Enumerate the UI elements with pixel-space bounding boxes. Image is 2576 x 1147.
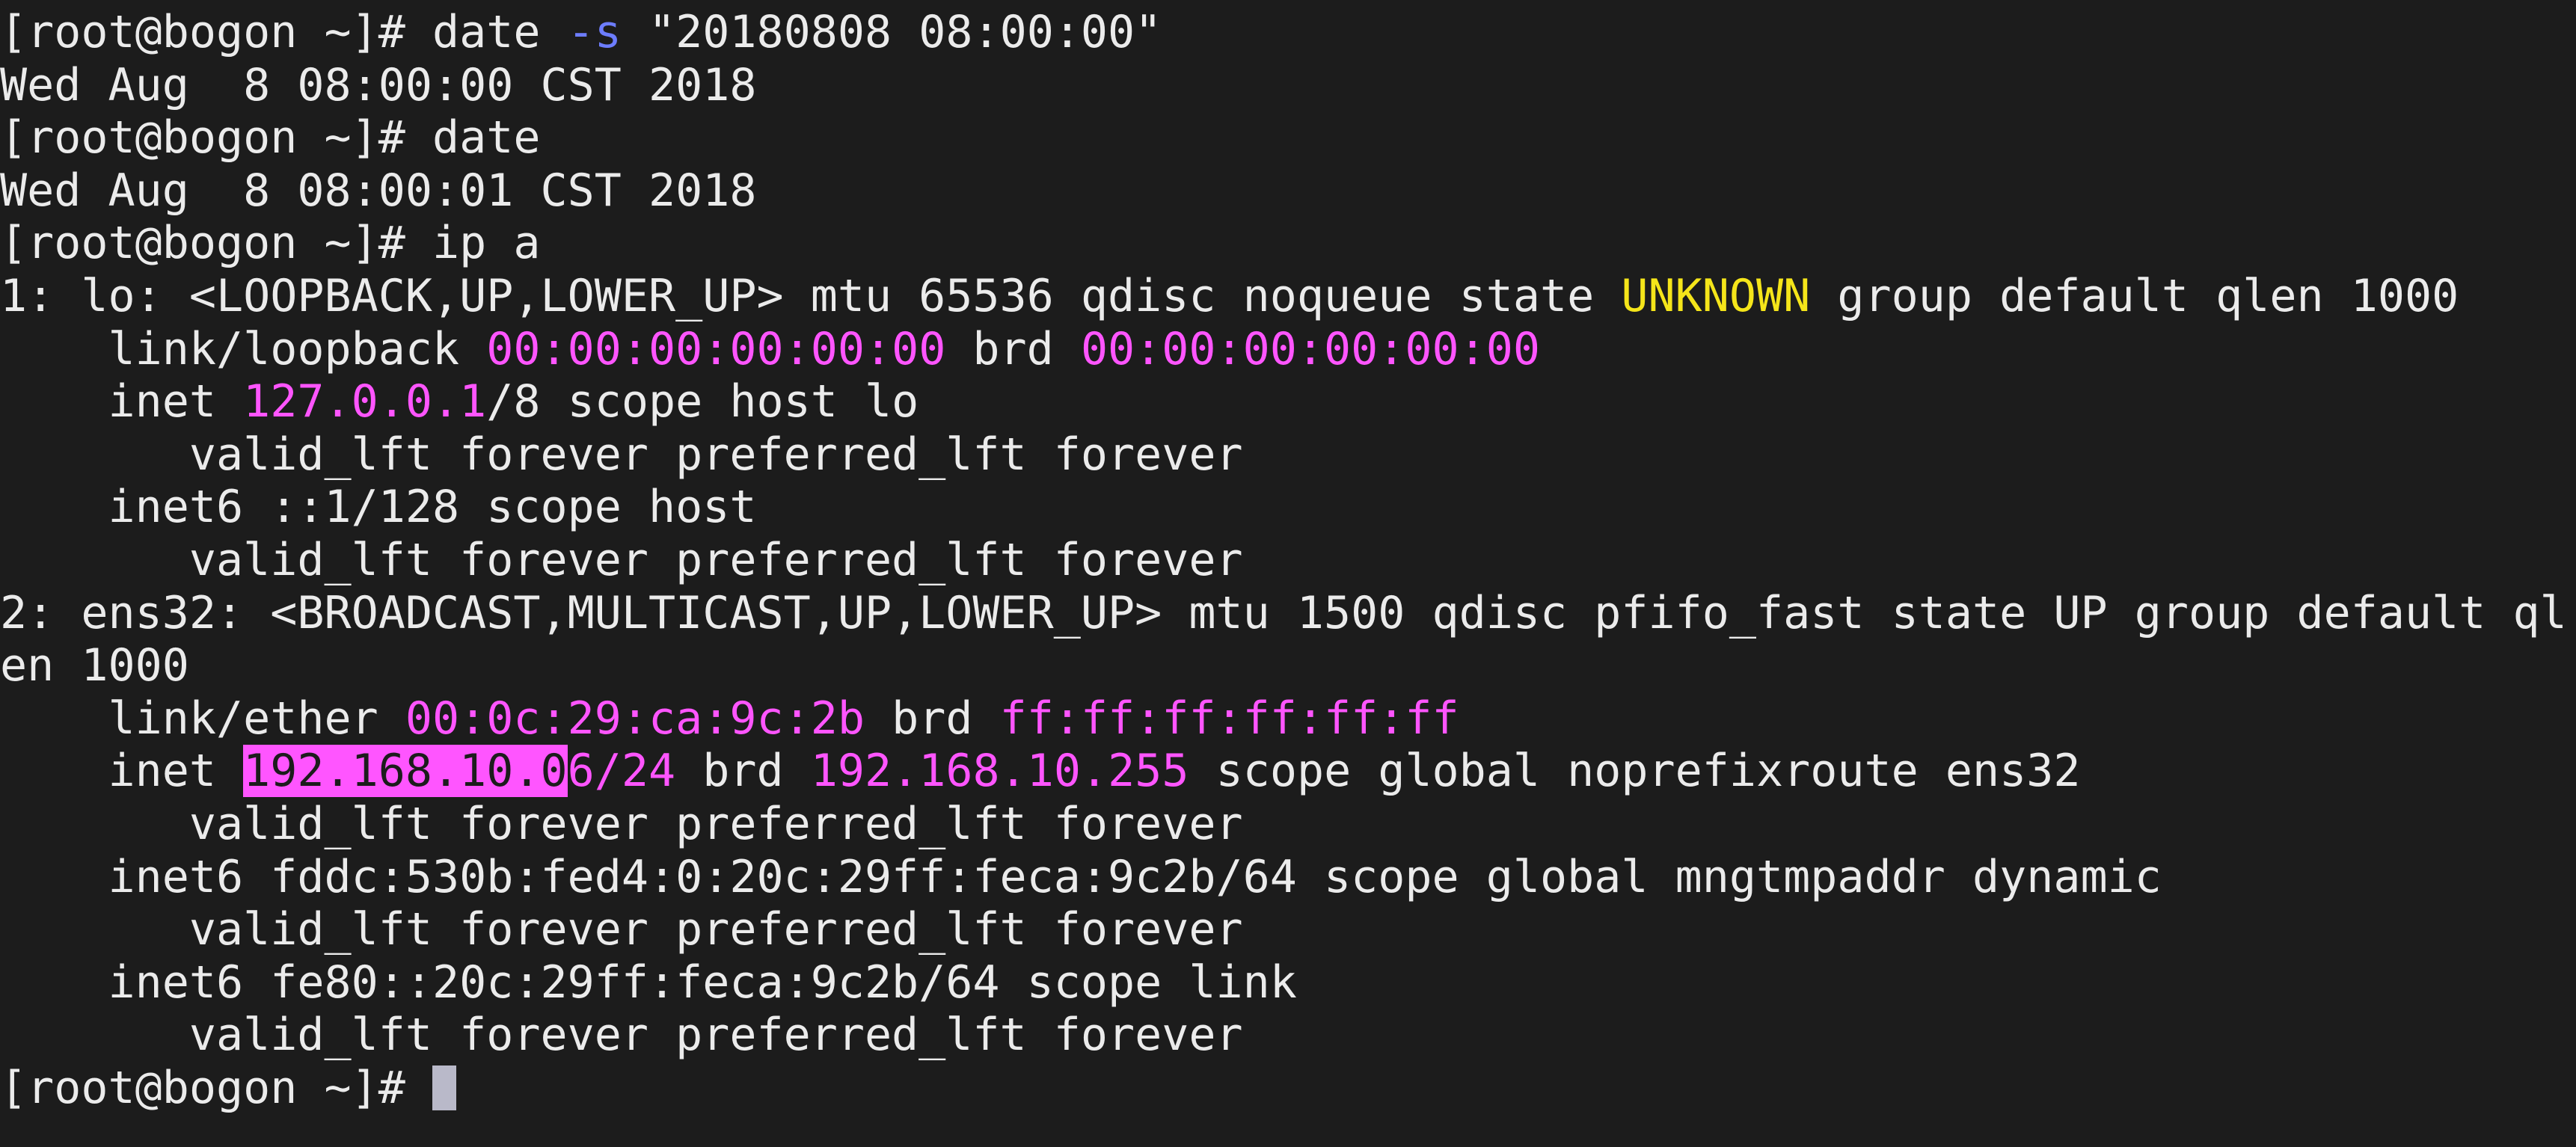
terminal-text: inet	[0, 375, 244, 428]
terminal-text: [root@bogon ~]#	[0, 1061, 432, 1114]
terminal-text: -s	[567, 6, 622, 58]
terminal-line: valid_lft forever preferred_lft forever	[0, 534, 2576, 587]
terminal-text: brd	[675, 745, 811, 798]
terminal-text: valid_lft forever preferred_lft forever	[0, 533, 1243, 586]
terminal-line: en 1000	[0, 639, 2576, 692]
terminal-text: 00:00:00:00:00:00	[486, 322, 946, 375]
terminal-text: 2: ens32: <BROADCAST,MULTICAST,UP,LOWER_…	[0, 586, 2567, 639]
terminal-line: inet6 fddc:530b:fed4:0:20c:29ff:feca:9c2…	[0, 851, 2576, 904]
terminal-text: Wed Aug 8 08:00:01 CST 2018	[0, 164, 757, 217]
terminal-text: Wed Aug 8 08:00:00 CST 2018	[0, 58, 757, 111]
terminal-line: inet6 ::1/128 scope host	[0, 481, 2576, 534]
terminal-line: 2: ens32: <BROADCAST,MULTICAST,UP,LOWER_…	[0, 587, 2576, 640]
terminal-line: Wed Aug 8 08:00:01 CST 2018	[0, 164, 2576, 218]
terminal-text: 192.168.10.255	[810, 745, 1189, 798]
terminal-text: brd	[864, 692, 1000, 745]
terminal-text: valid_lft forever preferred_lft forever	[0, 903, 1243, 956]
terminal-text: scope global noprefixroute ens32	[1189, 745, 2081, 798]
terminal-text: "20180808 08:00:00"	[621, 6, 1162, 58]
prompt-line: [root@bogon ~]#	[0, 1062, 2576, 1115]
selected-text: 192.168.10.0	[243, 745, 568, 798]
terminal-line: [root@bogon ~]# date -s "20180808 08:00:…	[0, 6, 2576, 59]
terminal-text: 00:0c:29:ca:9c:2b	[405, 692, 865, 745]
terminal-line: [root@bogon ~]# date	[0, 111, 2576, 164]
terminal-line: inet6 fe80::20c:29ff:feca:9c2b/64 scope …	[0, 956, 2576, 1009]
terminal-text: brd	[945, 322, 1081, 375]
terminal-text: inet6 fe80::20c:29ff:feca:9c2b/64 scope …	[0, 956, 1297, 1009]
terminal-text: 6/24	[567, 745, 676, 798]
terminal-text: [root@bogon ~]# ip a	[0, 217, 541, 270]
terminal-text: en 1000	[0, 639, 189, 692]
terminal-text: valid_lft forever preferred_lft forever	[0, 797, 1243, 850]
terminal-text: ff:ff:ff:ff:ff:ff	[999, 692, 1459, 745]
terminal-text: 1: lo: <LOOPBACK,UP,LOWER_UP> mtu 65536 …	[0, 269, 1622, 322]
cursor	[432, 1065, 456, 1110]
terminal-line: valid_lft forever preferred_lft forever	[0, 1009, 2576, 1062]
terminal-line: link/ether 00:0c:29:ca:9c:2b brd ff:ff:f…	[0, 692, 2576, 745]
terminal-line: inet 127.0.0.1/8 scope host lo	[0, 375, 2576, 428]
terminal-line: link/loopback 00:00:00:00:00:00 brd 00:0…	[0, 323, 2576, 376]
terminal-text: /8 scope host lo	[486, 375, 919, 428]
terminal-text: group default qlen 1000	[1810, 269, 2459, 322]
terminal-line: valid_lft forever preferred_lft forever	[0, 798, 2576, 851]
terminal-line: Wed Aug 8 08:00:00 CST 2018	[0, 59, 2576, 112]
terminal-line: inet 192.168.10.06/24 brd 192.168.10.255…	[0, 745, 2576, 798]
terminal-text: 127.0.0.1	[243, 375, 487, 428]
terminal-text: link/loopback	[0, 322, 487, 375]
terminal-text: inet6 fddc:530b:fed4:0:20c:29ff:feca:9c2…	[0, 850, 2162, 903]
terminal-text: link/ether	[0, 692, 405, 745]
terminal-output[interactable]: [root@bogon ~]# date -s "20180808 08:00:…	[0, 0, 2576, 1147]
terminal-line: valid_lft forever preferred_lft forever	[0, 428, 2576, 482]
terminal-text: valid_lft forever preferred_lft forever	[0, 1009, 1243, 1062]
terminal-text: 00:00:00:00:00:00	[1080, 322, 1541, 375]
terminal-line: valid_lft forever preferred_lft forever	[0, 903, 2576, 956]
terminal-text: valid_lft forever preferred_lft forever	[0, 428, 1243, 481]
terminal-text: [root@bogon ~]# date	[0, 6, 568, 58]
terminal-text: UNKNOWN	[1621, 269, 1811, 322]
terminal-text: inet6 ::1/128 scope host	[0, 481, 757, 534]
terminal-line: [root@bogon ~]# ip a	[0, 217, 2576, 270]
terminal-line: 1: lo: <LOOPBACK,UP,LOWER_UP> mtu 65536 …	[0, 270, 2576, 323]
terminal-text: inet	[0, 745, 244, 798]
terminal-text: [root@bogon ~]# date	[0, 111, 541, 164]
